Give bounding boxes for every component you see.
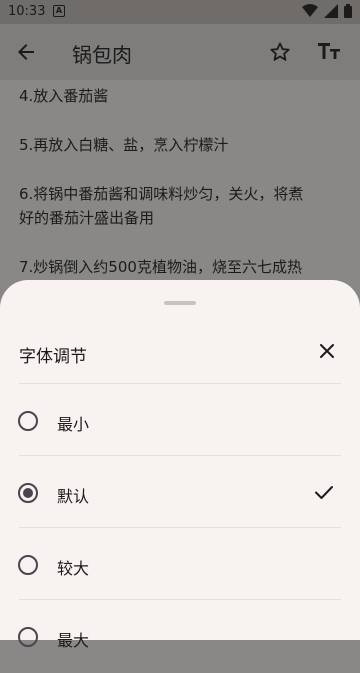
drag-handle[interactable] xyxy=(164,301,196,305)
star-icon[interactable] xyxy=(268,40,292,64)
font-size-bottom-sheet: 字体调节 最小 默认 较大 最大 xyxy=(0,280,360,650)
notification-icon: A xyxy=(53,5,65,17)
wifi-icon xyxy=(302,4,318,17)
font-option-default[interactable]: 默认 xyxy=(0,457,360,529)
recipe-step: 5.再放入白糖、盐，烹入柠檬汁 xyxy=(19,136,229,154)
font-option-smallest[interactable]: 最小 xyxy=(0,385,360,457)
text-size-icon[interactable] xyxy=(316,39,342,63)
status-bar: 10:33 A xyxy=(0,0,360,24)
radio-button[interactable] xyxy=(18,555,38,575)
option-label: 最小 xyxy=(57,415,90,434)
recipe-step: 6.将锅中番茄酱和调味料炒匀，关火，将煮 xyxy=(19,185,304,203)
divider xyxy=(19,599,341,600)
radio-button[interactable] xyxy=(18,627,38,647)
signal-icon xyxy=(324,4,338,18)
radio-button-selected[interactable] xyxy=(18,483,38,503)
recipe-step: 7.炒锅倒入约500克植物油，烧至六七成热 xyxy=(19,258,302,276)
battery-icon xyxy=(344,4,352,18)
font-option-largest[interactable]: 最大 xyxy=(0,601,360,673)
option-label: 较大 xyxy=(57,559,90,578)
recipe-step: 好的番茄汁盛出备用 xyxy=(19,209,155,227)
close-icon[interactable] xyxy=(316,340,338,362)
status-icons xyxy=(302,4,352,18)
status-time: 10:33 xyxy=(8,4,46,19)
divider xyxy=(19,455,341,456)
recipe-step: 4.放入番茄酱 xyxy=(19,87,109,105)
sheet-title: 字体调节 xyxy=(19,347,87,367)
option-label: 默认 xyxy=(57,487,90,506)
page-title: 锅包肉 xyxy=(72,43,132,67)
check-icon xyxy=(315,486,333,499)
app-bar: 锅包肉 xyxy=(0,24,360,80)
divider xyxy=(19,527,341,528)
back-arrow-icon[interactable] xyxy=(14,40,38,64)
radio-button[interactable] xyxy=(18,411,38,431)
option-label: 最大 xyxy=(57,631,90,650)
font-option-larger[interactable]: 较大 xyxy=(0,529,360,601)
divider xyxy=(19,383,341,384)
